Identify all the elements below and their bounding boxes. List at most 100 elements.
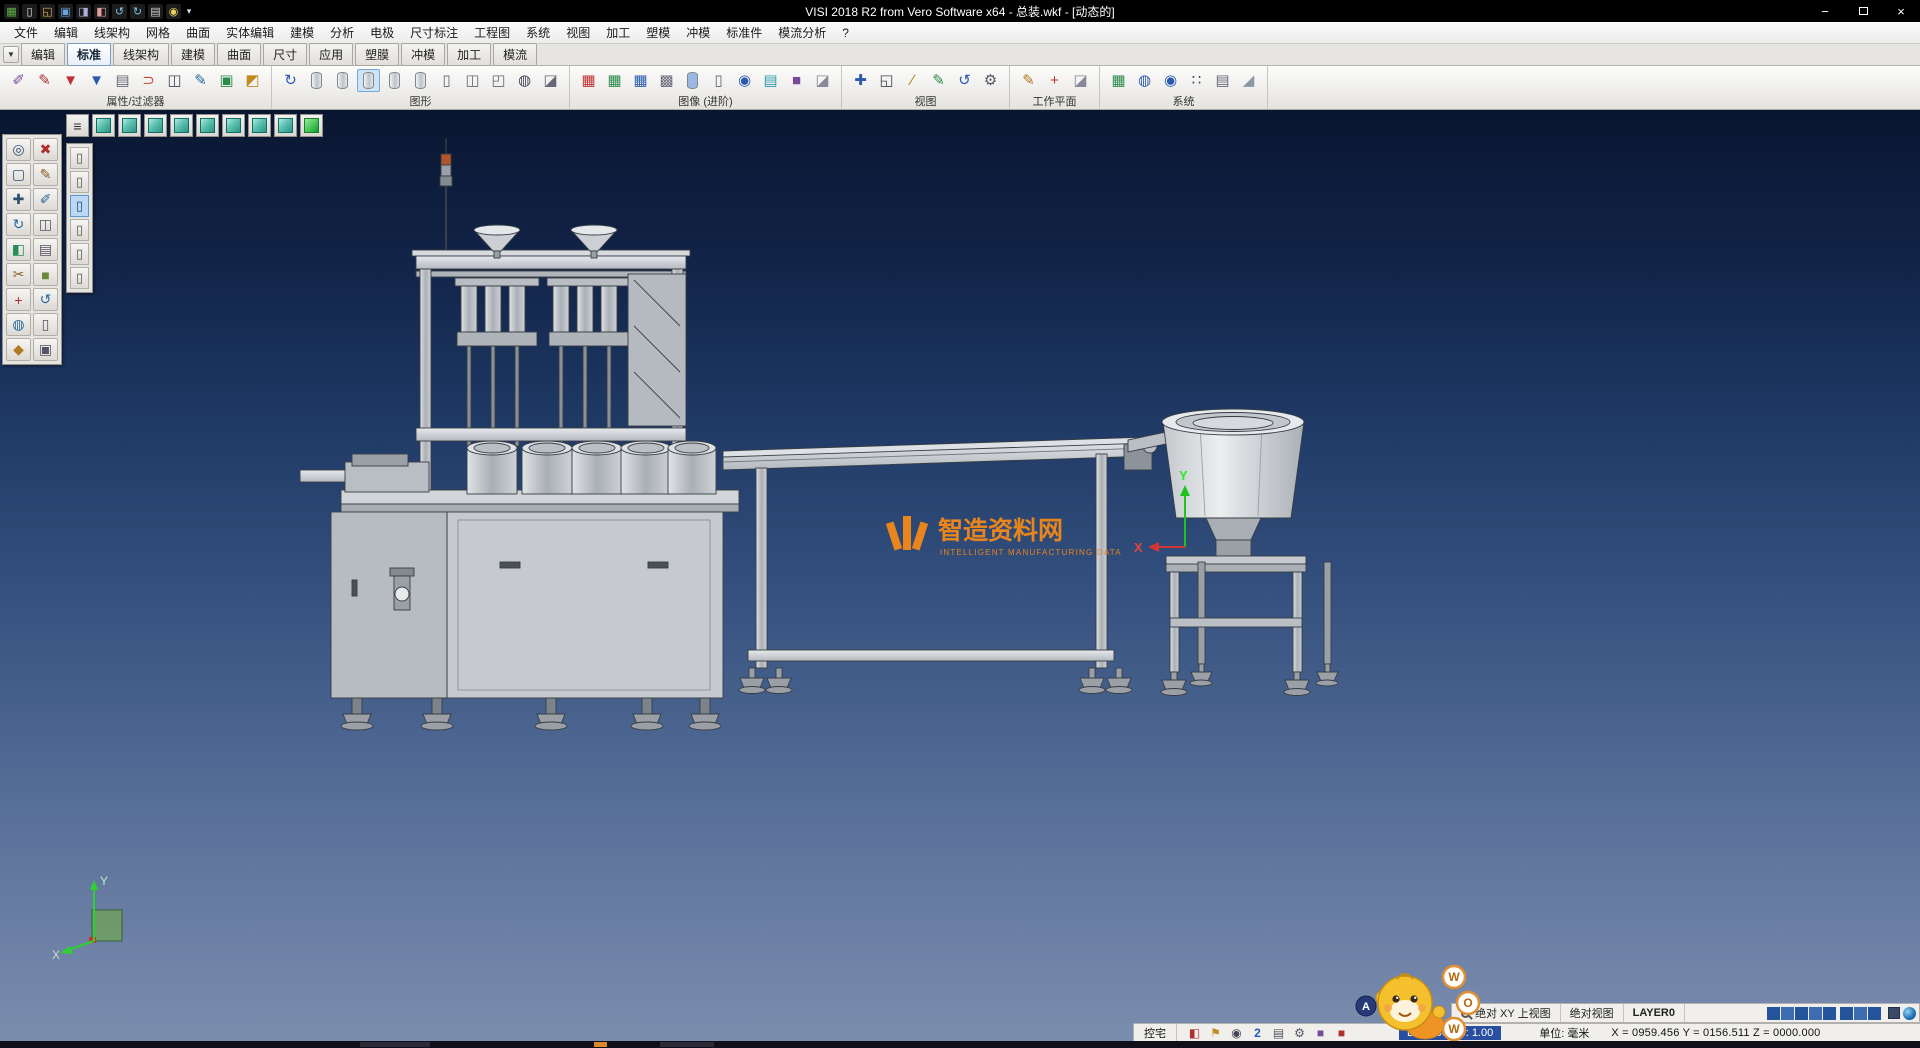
snap-toggle[interactable]: 控宅 (1134, 1024, 1177, 1041)
menu-item[interactable]: 视图 (558, 21, 598, 44)
menu-item[interactable]: 加工 (598, 21, 638, 44)
workplane-indicator-icon[interactable]: ■ (1313, 1025, 1328, 1040)
taskbar-window[interactable] (360, 1042, 430, 1047)
match-properties-icon[interactable]: ▣ (215, 69, 238, 92)
viewport-layout-icon[interactable]: ▯ (70, 171, 89, 193)
tab-item[interactable]: 曲面 (217, 43, 261, 66)
selection-color-bar-left[interactable] (1767, 1007, 1836, 1020)
tab-item[interactable]: 塑膜 (355, 43, 399, 66)
color-bar-segment[interactable] (1767, 1007, 1780, 1020)
menu-item[interactable]: 标准件 (718, 21, 770, 44)
tab-item[interactable]: 线架构 (113, 43, 169, 66)
view-left-icon[interactable] (170, 114, 193, 137)
cplane-icon[interactable]: ◢ (1237, 69, 1260, 92)
viewport-layout-icon[interactable]: ▯ (70, 147, 89, 169)
app-icon[interactable]: ▦ (4, 4, 19, 19)
world-icon[interactable]: ◍ (6, 313, 31, 336)
move-icon[interactable]: ✚ (6, 188, 31, 211)
trim-icon[interactable]: ✂ (6, 263, 31, 286)
menu-item[interactable]: 尺寸标注 (402, 21, 466, 44)
plane-render-icon[interactable]: ◪ (811, 69, 834, 92)
system-globe-icon[interactable]: ◍ (1133, 69, 1156, 92)
shaded-cylinder-icon[interactable] (357, 69, 380, 92)
clipboard-icon[interactable]: ▣ (33, 338, 58, 361)
profile2-icon[interactable]: 2 (1250, 1025, 1265, 1040)
tab-options-arrow-icon[interactable]: ▼ (3, 46, 19, 63)
flag-icon[interactable]: ⚑ (1208, 1025, 1223, 1040)
capture-red-icon[interactable]: ▦ (577, 69, 600, 92)
tab-item[interactable]: 建模 (171, 43, 215, 66)
translucent-cylinder-icon[interactable] (409, 69, 432, 92)
viewport-layout-icon[interactable]: ▯ (70, 219, 89, 241)
save-icon[interactable]: ▣ (58, 4, 73, 19)
close-button[interactable]: × (1882, 0, 1920, 22)
measure-icon[interactable]: ∕ (901, 69, 924, 92)
redo-icon[interactable]: ↻ (130, 4, 145, 19)
open-file-icon[interactable]: ◱ (40, 4, 55, 19)
dynamic-section-icon[interactable]: ◫ (461, 69, 484, 92)
globe-status-icon[interactable] (1903, 1007, 1916, 1020)
light-icon[interactable]: ◉ (733, 69, 756, 92)
taskbar-window[interactable] (660, 1042, 714, 1047)
menu-item[interactable]: 工程图 (466, 21, 518, 44)
paint-face-icon[interactable]: ◧ (6, 238, 31, 261)
sketch-icon[interactable]: ✐ (33, 188, 58, 211)
viewport-layout-icon[interactable]: ▯ (70, 243, 89, 265)
annotate-view-icon[interactable]: ✎ (927, 69, 950, 92)
color-bar-segment[interactable] (1840, 1007, 1853, 1020)
magnet-icon[interactable]: ⊃ (137, 69, 160, 92)
layer-field[interactable]: LAYER0 (1624, 1004, 1685, 1022)
sheet-view-icon[interactable]: ▯ (435, 69, 458, 92)
import-icon[interactable]: ◨ (76, 4, 91, 19)
color-bar-segment[interactable] (1795, 1007, 1808, 1020)
window-small-icon[interactable] (1888, 1007, 1900, 1019)
edit-geometry-icon[interactable]: ✎ (33, 163, 58, 186)
view-bottom-icon[interactable] (248, 114, 271, 137)
wireframe-cylinder-icon[interactable] (305, 69, 328, 92)
menu-item[interactable]: 网格 (138, 21, 178, 44)
minimize-button[interactable]: − (1806, 0, 1844, 22)
tab-item[interactable]: 模流 (493, 43, 537, 66)
hidden-line-cylinder-icon[interactable] (331, 69, 354, 92)
solid-icon[interactable]: ■ (33, 263, 58, 286)
tab-active[interactable]: 标准 (67, 43, 111, 66)
image-page-icon[interactable]: ▯ (707, 69, 730, 92)
selection-filter-icon[interactable]: ◫ (163, 69, 186, 92)
sheet-icon[interactable]: ▯ (33, 313, 58, 336)
taskbar-app-icon[interactable] (594, 1042, 607, 1047)
units-field[interactable]: 单位: 毫米 (1539, 1025, 1589, 1041)
tab-item[interactable]: 加工 (447, 43, 491, 66)
paint-properties-icon[interactable]: ✎ (33, 69, 56, 92)
workplane-origin-icon[interactable]: + (1043, 69, 1066, 92)
menu-item[interactable]: 分析 (322, 21, 362, 44)
pan-view-icon[interactable]: ✚ (849, 69, 872, 92)
new-file-icon[interactable]: ▯ (22, 4, 37, 19)
view-settings-icon[interactable]: ⚙ (979, 69, 1002, 92)
tag-icon[interactable]: ◆ (6, 338, 31, 361)
menu-item[interactable]: 建模 (282, 21, 322, 44)
texture-icon[interactable]: ▤ (759, 69, 782, 92)
menu-item[interactable]: 实体编辑 (218, 21, 282, 44)
camera-icon[interactable]: ◉ (1229, 1025, 1244, 1040)
eyedropper-icon[interactable]: ✐ (7, 69, 30, 92)
menu-item[interactable]: 模流分析 (770, 21, 834, 44)
tab-item[interactable]: 编辑 (21, 43, 65, 66)
layer-box-icon[interactable]: ■ (1334, 1025, 1349, 1040)
table-icon[interactable]: ▤ (1211, 69, 1234, 92)
undo-icon[interactable]: ↺ (112, 4, 127, 19)
view-back-icon[interactable] (144, 114, 167, 137)
delete-icon[interactable]: ✖ (33, 138, 58, 161)
menu-item[interactable]: 塑模 (638, 21, 678, 44)
printer-icon[interactable]: ▤ (1271, 1025, 1286, 1040)
menu-item[interactable]: 文件 (6, 21, 46, 44)
material-cylinder-icon[interactable] (681, 69, 704, 92)
cube-render-icon[interactable]: ■ (785, 69, 808, 92)
viewport-layout-icon[interactable]: ▯ (70, 267, 89, 289)
info-icon[interactable]: ◉ (1159, 69, 1182, 92)
tab-item[interactable]: 应用 (309, 43, 353, 66)
menu-item[interactable]: 电极 (362, 21, 402, 44)
filter-red-icon[interactable]: ▼ (59, 69, 82, 92)
selection-mode-icon[interactable]: ◧ (1187, 1025, 1202, 1040)
menu-item[interactable]: ? (834, 23, 857, 43)
orbit-icon[interactable]: ↺ (953, 69, 976, 92)
